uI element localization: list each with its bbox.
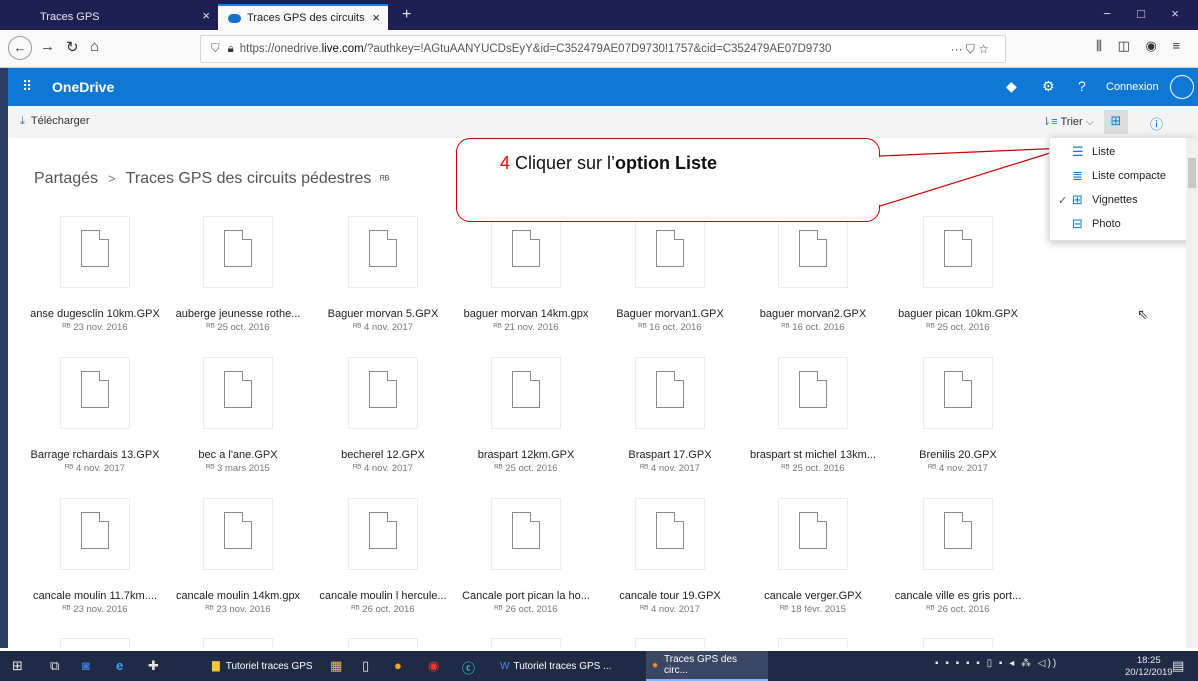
menu-item-label: Vignettes <box>1092 194 1138 206</box>
windows-start-icon[interactable]: ⊞ <box>12 658 23 674</box>
vertical-scrollbar[interactable] <box>1186 138 1198 648</box>
app-red-icon[interactable]: ◉ <box>428 658 439 674</box>
menu-item-photo[interactable]: ⊟ Photo <box>1050 212 1195 236</box>
taskbar-app-label: Tutoriel traces GPS <box>225 660 313 672</box>
callout-instruction-bold: option Liste <box>615 153 718 173</box>
callout-step-number: 4 <box>500 153 511 173</box>
checkmark-icon: ✓ <box>1058 194 1068 207</box>
photo-icon: ⊟ <box>1072 216 1083 231</box>
outlook-icon[interactable]: ◙ <box>82 658 90 673</box>
plus-app-icon[interactable]: ✚ <box>148 658 159 674</box>
compact-list-icon: ≣ <box>1072 168 1083 183</box>
store-icon[interactable]: ▦ <box>330 658 342 674</box>
app-orange-icon[interactable]: ● <box>394 658 402 673</box>
notifications-icon[interactable]: ▤ <box>1172 658 1184 674</box>
task-view-icon[interactable]: ⧉ <box>50 658 59 674</box>
taskbar-app-label: Tutoriel traces GPS ... <box>513 660 612 672</box>
list-icon: ☰ <box>1072 144 1084 159</box>
edge-icon[interactable]: e <box>116 658 123 673</box>
menu-item-label: Liste <box>1092 146 1116 158</box>
tiles-icon: ⊞ <box>1072 192 1083 207</box>
folder-icon: ▇ <box>212 660 220 672</box>
scrollbar-thumb[interactable] <box>1188 158 1196 188</box>
mouse-pointer-icon: ⇖ <box>1137 306 1149 322</box>
taskbar-app-firefox[interactable]: ● Traces GPS des circ... <box>646 651 768 681</box>
taskbar-app-label: Traces GPS des circ... <box>664 654 738 676</box>
view-options-menu: ☰ Liste ≣ Liste compacte ✓ ⊞ Vignettes ⊟… <box>1049 137 1194 241</box>
menu-item-label: Photo <box>1092 218 1121 230</box>
document-icon[interactable]: ▯ <box>362 658 369 674</box>
word-icon: W <box>500 660 510 672</box>
system-tray[interactable]: ▪ ▪ ▪ ▪ ▪ ▯ ▪ ◂ ⁂ ◁)) <box>935 658 1058 669</box>
clock[interactable]: 18:25 20/12/2019 <box>1125 655 1173 679</box>
clock-time: 18:25 <box>1136 655 1161 666</box>
menu-item-label: Liste compacte <box>1092 170 1166 182</box>
menu-item-liste[interactable]: ☰ Liste <box>1050 140 1195 164</box>
menu-item-liste-compacte[interactable]: ≣ Liste compacte <box>1050 164 1195 188</box>
taskbar-app-tutoriel-folder[interactable]: ▇ Tutoriel traces GPS <box>206 651 319 681</box>
callout-instruction: Cliquer sur l’ <box>510 153 616 173</box>
menu-item-vignettes[interactable]: ✓ ⊞ Vignettes <box>1050 188 1195 212</box>
app-circle-icon[interactable]: ⓒ <box>462 658 475 677</box>
clock-date: 20/12/2019 <box>1125 667 1173 678</box>
taskbar-app-word[interactable]: W Tutoriel traces GPS ... <box>494 651 617 681</box>
callout-text: 4 Cliquer sur l’option Liste <box>500 153 717 174</box>
callout-pointer-mask <box>879 157 881 205</box>
windows-taskbar: ⊞ ⧉ ◙ e ✚ ▇ Tutoriel traces GPS ▦ ▯ ● ◉ ⓒ… <box>0 651 1198 681</box>
firefox-icon: ● <box>652 659 659 671</box>
